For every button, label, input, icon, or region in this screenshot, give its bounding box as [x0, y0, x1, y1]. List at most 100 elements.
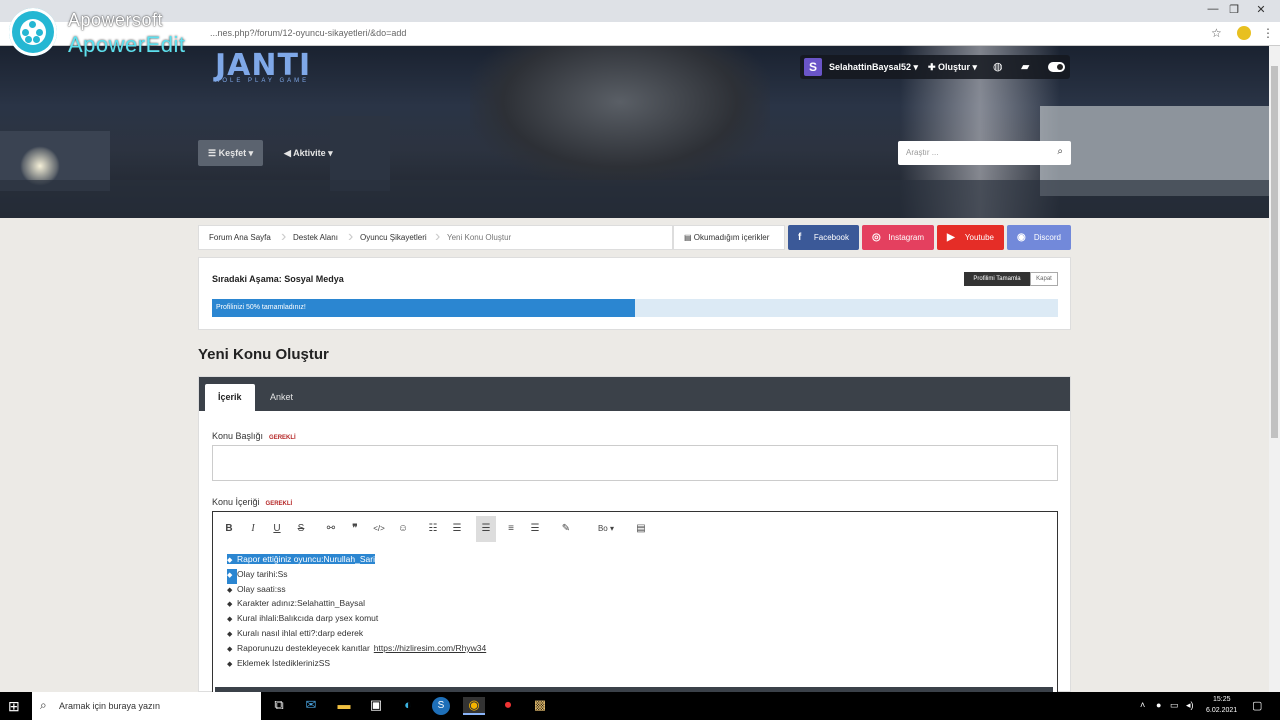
- tab-poll[interactable]: Anket: [257, 384, 306, 411]
- line-text: Olay tarihi:Ss: [237, 568, 288, 579]
- nav-activity[interactable]: ◀ Aktivite ▾: [274, 140, 343, 166]
- bold-button[interactable]: B: [219, 520, 239, 538]
- extension-icon[interactable]: [1237, 26, 1251, 40]
- list-item: ◆ Eklemek İstediklerinizSS: [227, 656, 1047, 671]
- reel-hole: [36, 29, 43, 36]
- line-text: Karakter adınız:Selahattin_Baysal: [237, 598, 366, 609]
- search-input[interactable]: Araştır ... ⌕: [898, 141, 1071, 165]
- skype-icon[interactable]: S: [432, 697, 450, 715]
- emoji-icon[interactable]: ☺: [393, 520, 413, 538]
- file-explorer-icon[interactable]: ▬: [333, 697, 355, 715]
- next-step-title: Sıradaki Aşama: Sosyal Medya: [212, 274, 344, 284]
- url-text[interactable]: ...nes.php?/forum/12-oyuncu-sikayetleri/…: [210, 28, 406, 38]
- breadcrumb-item-support[interactable]: Destek Alanı: [293, 233, 338, 242]
- unread-content-link[interactable]: ▤ Okumadığım içerikler: [673, 225, 785, 250]
- evidence-link[interactable]: https://hizliresim.com/Rhyw34: [374, 643, 486, 653]
- hero-character-art: [470, 46, 770, 186]
- close-button[interactable]: Kapat: [1030, 272, 1058, 286]
- scrollbar-thumb[interactable]: [1271, 66, 1278, 438]
- facebook-button[interactable]: f Facebook: [788, 225, 859, 250]
- apowersoft-logo-icon: [9, 8, 57, 56]
- chrome-icon[interactable]: ◉: [463, 697, 485, 715]
- line-text: Rapor ettiğiniz oyuncu:Nurullah_Sari: [237, 554, 375, 564]
- content-label-text: Konu İçeriği: [212, 497, 260, 507]
- line-text: Olay saati:ss: [237, 583, 286, 594]
- bullet-list-icon[interactable]: ☷: [423, 520, 443, 538]
- list-item: ◆ Karakter adınız:Selahattin_Baysal: [227, 596, 1047, 611]
- reel-hole: [25, 36, 32, 43]
- strikethrough-button[interactable]: S: [291, 520, 311, 538]
- app-icon[interactable]: ▩: [529, 697, 551, 715]
- reel-hole: [29, 21, 36, 28]
- link-icon[interactable]: ⚯: [321, 520, 341, 538]
- avatar[interactable]: S: [804, 58, 822, 76]
- taskbar-search-input[interactable]: ⌕ Aramak için buraya yazın: [32, 692, 261, 720]
- progress-bar-fill: Profilinizi 50% tamamladınız!: [212, 299, 635, 317]
- underline-button[interactable]: U: [267, 520, 287, 538]
- chevron-up-icon[interactable]: ˄: [1140, 700, 1145, 710]
- create-button[interactable]: ✚ Oluştur ▾: [928, 62, 977, 73]
- brush-icon[interactable]: ✎: [556, 520, 576, 538]
- list-item: ◆ Olay saati:ss: [227, 582, 1047, 597]
- code-icon[interactable]: </>: [369, 520, 389, 538]
- discord-button[interactable]: ◉ Discord: [1007, 225, 1071, 250]
- progress-bar: Profilinizi 50% tamamladınız!: [212, 299, 1058, 317]
- edge-icon[interactable]: ◐: [397, 697, 419, 715]
- list-icon: ☰: [208, 148, 219, 158]
- clock-date[interactable]: 6.02.2021: [1206, 707, 1237, 714]
- format-dropdown[interactable]: Bo ▾: [589, 520, 623, 538]
- volume-icon[interactable]: ◂): [1186, 700, 1194, 711]
- chevron-right-icon: ›: [435, 228, 441, 245]
- line-text: Kuralı nasıl ihlal etti?:darp ederek: [237, 627, 364, 638]
- topic-title-input[interactable]: [212, 445, 1058, 481]
- list-item: ◆ Raporunuzu destekleyecek kanıtlar https:…: [227, 641, 1047, 656]
- minimize-button[interactable]: —: [1204, 3, 1222, 15]
- italic-button[interactable]: I: [243, 520, 263, 538]
- recorder-icon[interactable]: ⏺: [497, 697, 519, 715]
- numbered-list-icon[interactable]: ☰: [447, 520, 467, 538]
- breadcrumb: Forum Ana Sayfa › Destek Alanı › Oyuncu …: [198, 225, 673, 250]
- store-icon[interactable]: ▣: [365, 697, 387, 715]
- editor-content[interactable]: ◆ Rapor ettiğiniz oyuncu:Nurullah_Sari ◆ O…: [227, 552, 1047, 670]
- star-icon[interactable]: ☆: [1211, 26, 1222, 40]
- instagram-button[interactable]: ◎ Instagram: [862, 225, 934, 250]
- search-icon[interactable]: ⌕: [1057, 146, 1063, 157]
- site-logo-subtitle: ROLE PLAY GAME: [215, 78, 310, 84]
- rich-text-editor[interactable]: B I U S ⚯ ❞ </> ☺ ☷ ☰ ☰ ≡ ☰ ✎ Bo ▾ ▤ ◆ Ra…: [212, 511, 1058, 693]
- globe-icon[interactable]: ◍: [993, 60, 1003, 73]
- align-center-icon[interactable]: ≡: [501, 520, 521, 538]
- clock-time[interactable]: 15:25: [1213, 696, 1231, 703]
- chat-icon[interactable]: ▰: [1021, 60, 1029, 73]
- breadcrumb-item-home[interactable]: Forum Ana Sayfa: [209, 233, 271, 242]
- chevron-right-icon: ›: [348, 228, 354, 245]
- notification-icon[interactable]: ▢: [1252, 699, 1262, 712]
- align-left-icon[interactable]: ☰: [476, 516, 496, 542]
- mail-icon[interactable]: ✉: [300, 697, 322, 715]
- youtube-button[interactable]: ▶ Youtube: [937, 225, 1004, 250]
- watermark-brand: Apowersoft: [68, 10, 164, 30]
- diamond-icon: ◆: [227, 660, 233, 668]
- user-menu[interactable]: SelahattinBaysal52 ▾: [829, 62, 918, 73]
- page-scrollbar[interactable]: [1269, 46, 1280, 692]
- tab-content[interactable]: İçerik: [205, 384, 255, 411]
- reel-hole: [22, 29, 29, 36]
- quote-icon[interactable]: ❞: [345, 520, 365, 538]
- source-icon[interactable]: ▤: [631, 520, 651, 538]
- theme-toggle[interactable]: [1048, 62, 1065, 72]
- film-reel-icon: [20, 19, 46, 45]
- close-window-button[interactable]: ✕: [1252, 3, 1270, 16]
- site-header-banner: [0, 46, 1269, 218]
- breadcrumb-item-complaints[interactable]: Oyuncu Şikayetleri: [360, 233, 427, 242]
- complete-profile-button[interactable]: Profilimi Tamamla: [964, 272, 1030, 286]
- menu-kebab-icon[interactable]: ⋮: [1262, 26, 1274, 40]
- align-right-icon[interactable]: ☰: [525, 520, 545, 538]
- nav-explore[interactable]: ☰ Keşfet ▾: [198, 140, 264, 166]
- page-title: Yeni Konu Oluştur: [198, 346, 329, 363]
- network-icon[interactable]: ▭: [1170, 700, 1179, 711]
- maximize-button[interactable]: ❐: [1225, 3, 1243, 16]
- windows-start-icon[interactable]: ⊞: [8, 698, 20, 715]
- microphone-icon[interactable]: ●: [1156, 700, 1161, 710]
- task-view-icon[interactable]: ⧉: [268, 697, 290, 715]
- list-item: ◆ Olay tarihi:Ss: [227, 567, 1047, 584]
- facebook-icon: f: [798, 232, 802, 243]
